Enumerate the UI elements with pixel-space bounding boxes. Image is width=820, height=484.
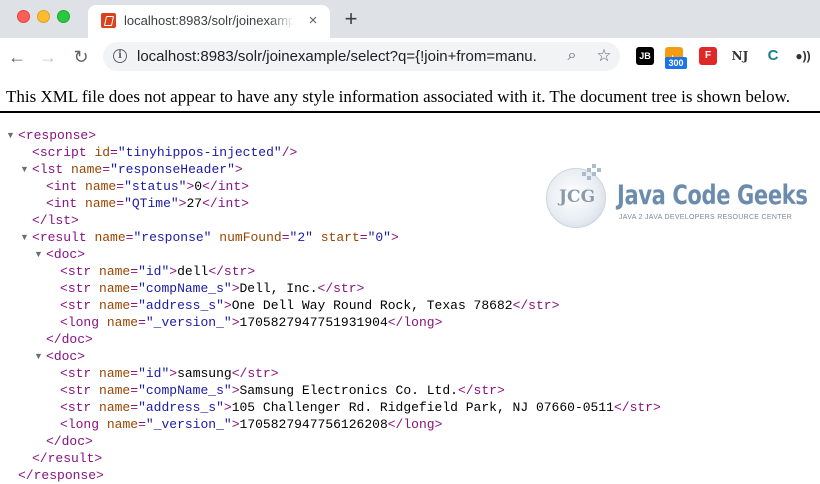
reload-button[interactable]: ↻ [69, 45, 93, 69]
tab-title: localhost:8983/solr/joinexampl [124, 13, 294, 28]
nj-extension-icon[interactable]: NJ [731, 47, 749, 65]
xml-line: <int name="QTime">27</int> [46, 196, 249, 211]
address-bar[interactable]: i localhost:8983/solr/joinexample/select… [103, 42, 620, 71]
broadcast-extension-icon[interactable]: ●)) [794, 47, 812, 65]
bookmark-star-icon[interactable]: ☆ [595, 47, 613, 65]
tab-strip: localhost:8983/solr/joinexampl × + [0, 0, 820, 38]
xml-line: <str name="id">dell</str> [60, 264, 256, 279]
close-window-button[interactable] [17, 10, 30, 23]
rss-count-badge: 300 [665, 57, 687, 69]
xml-line: </doc> [46, 434, 93, 449]
maximize-window-button[interactable] [57, 10, 70, 23]
xml-line: <str name="compName_s">Samsung Electroni… [60, 383, 505, 398]
collapse-arrow-icon[interactable]: ▼ [34, 246, 43, 263]
divider [0, 111, 820, 113]
xml-notice: This XML file does not appear to have an… [6, 87, 791, 106]
watermark-name: Java Code Geeks [617, 180, 808, 211]
xml-line: <str name="address_s">One Dell Way Round… [60, 298, 560, 313]
url-text[interactable]: localhost:8983/solr/joinexample/select?q… [137, 48, 537, 65]
xml-line: <doc> [46, 349, 86, 364]
xml-line: <script id="tinyhippos-injected"/> [32, 145, 298, 160]
flipboard-extension-icon[interactable]: F [699, 47, 717, 65]
close-tab-icon[interactable]: × [306, 13, 320, 28]
xml-line: <long name="_version_">17058279477519319… [60, 315, 443, 330]
xml-line: </lst> [32, 213, 79, 228]
xml-line: <doc> [46, 247, 86, 262]
collapse-arrow-icon[interactable]: ▼ [20, 161, 29, 178]
xml-line: <response> [18, 128, 97, 143]
minimize-window-button[interactable] [37, 10, 50, 23]
xml-line: </result> [32, 451, 103, 466]
xml-line: <long name="_version_">17058279477561262… [60, 417, 443, 432]
xml-line: <lst name="responseHeader"> [32, 162, 243, 177]
xml-line: <str name="id">samsung</str> [60, 366, 279, 381]
watermark-tagline: JAVA 2 JAVA DEVELOPERS RESOURCE CENTER [619, 214, 793, 221]
xml-line: <str name="address_s">105 Challenger Rd.… [60, 400, 661, 415]
back-button[interactable]: ← [5, 45, 29, 69]
jetbrains-extension-icon[interactable]: JB [636, 47, 654, 65]
jcg-logo-text: JCG [559, 187, 596, 207]
xml-line: <str name="compName_s">Dell, Inc.</str> [60, 281, 365, 296]
forward-button[interactable]: → [36, 45, 60, 69]
browser-toolbar: ← → ↻ i localhost:8983/solr/joinexample/… [0, 38, 820, 75]
jcg-dots-icon [582, 164, 602, 184]
xml-line: <result name="response" numFound="2" sta… [32, 230, 399, 245]
solr-favicon-icon [101, 13, 116, 28]
collapse-arrow-icon[interactable]: ▼ [6, 127, 15, 144]
xml-line: </response> [18, 468, 104, 483]
info-icon[interactable]: i [113, 49, 127, 63]
collapse-arrow-icon[interactable]: ▼ [20, 229, 29, 246]
xml-line: <int name="status">0</int> [46, 179, 249, 194]
page-content: This XML file does not appear to have an… [0, 76, 820, 484]
xml-line: </doc> [46, 332, 93, 347]
c-extension-icon[interactable]: C [764, 47, 782, 65]
collapse-arrow-icon[interactable]: ▼ [34, 348, 43, 365]
browser-tab[interactable]: localhost:8983/solr/joinexampl × [88, 5, 330, 38]
zoom-icon[interactable]: ⌕ [563, 47, 581, 65]
new-tab-button[interactable]: + [340, 8, 362, 30]
